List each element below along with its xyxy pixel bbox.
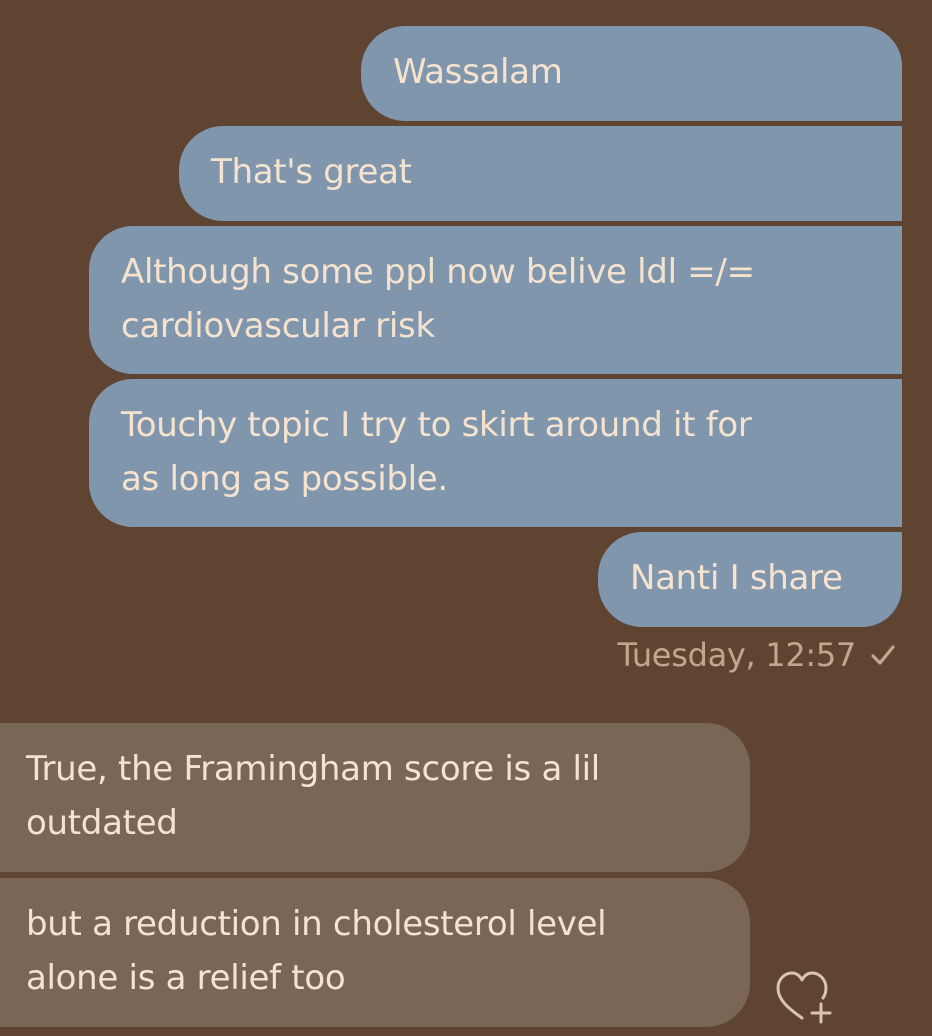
outgoing-message[interactable]: Nanti I share bbox=[598, 532, 902, 627]
message-status: Tuesday, 12:57 bbox=[617, 632, 896, 678]
message-text: cardiovascular risk bbox=[121, 306, 435, 346]
heart-plus-icon[interactable] bbox=[774, 970, 834, 1026]
message-text: Nanti I share bbox=[630, 558, 843, 598]
message-text: Although some ppl now belive ldl =/= bbox=[121, 252, 755, 292]
outgoing-message[interactable]: Although some ppl now belive ldl =/= car… bbox=[89, 226, 902, 374]
message-text: True, the Framingham score is a lil bbox=[26, 749, 600, 789]
check-icon bbox=[870, 643, 896, 667]
outgoing-message[interactable]: Wassalam bbox=[361, 26, 902, 121]
message-text: but a reduction in cholesterol level bbox=[26, 904, 607, 944]
timestamp-text: Tuesday, 12:57 bbox=[617, 636, 856, 674]
message-text: That's great bbox=[211, 152, 412, 192]
incoming-message[interactable]: but a reduction in cholesterol level alo… bbox=[0, 878, 750, 1027]
message-text: outdated bbox=[26, 803, 178, 843]
message-text: alone is a relief too bbox=[26, 958, 346, 998]
outgoing-message[interactable]: Touchy topic I try to skirt around it fo… bbox=[89, 379, 902, 527]
outgoing-message[interactable]: That's great bbox=[179, 126, 902, 221]
message-text: Touchy topic I try to skirt around it fo… bbox=[121, 405, 752, 445]
incoming-message[interactable]: True, the Framingham score is a lil outd… bbox=[0, 723, 750, 872]
message-text: Wassalam bbox=[393, 52, 563, 92]
message-text: as long as possible. bbox=[121, 459, 448, 499]
